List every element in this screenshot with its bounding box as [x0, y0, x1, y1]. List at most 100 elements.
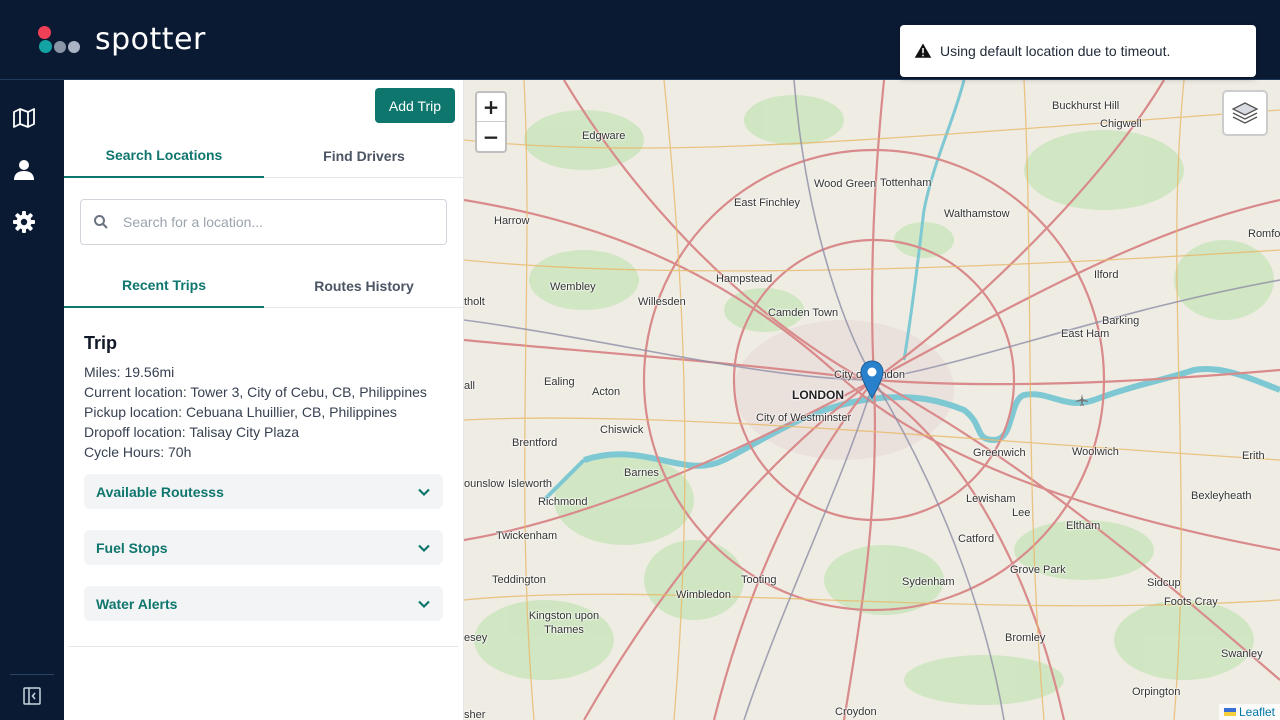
map-label: Wimbledon — [676, 589, 732, 601]
tab-routes-history[interactable]: Routes History — [264, 264, 464, 308]
map-label: esey — [464, 632, 488, 644]
search-icon — [94, 215, 108, 229]
map-label: Sidcup — [1147, 577, 1181, 589]
map-label: Wembley — [550, 281, 596, 293]
search-input[interactable] — [123, 214, 423, 230]
map-label: Tooting — [741, 574, 777, 586]
map-view[interactable]: Buckhurst Hill Chigwell Edgware Wood Gre… — [464, 80, 1280, 720]
map-label: Brentford — [512, 437, 558, 449]
location-search — [80, 199, 447, 245]
map-label: Catford — [958, 533, 995, 545]
map-label: sher — [464, 709, 486, 720]
trip-current-location: Current location: Tower 3, City of Cebu,… — [84, 384, 427, 400]
logo-dot-red — [38, 26, 51, 39]
logo-dot-lightgray — [68, 41, 80, 53]
map-label: tholt — [464, 296, 485, 308]
map-label: Kingston upon Thames — [528, 610, 600, 636]
map-label: Buckhurst Hill — [1052, 100, 1120, 112]
map-label: City of Westminster — [756, 412, 852, 424]
map-label: LONDON — [792, 388, 844, 402]
chevron-down-icon — [418, 600, 430, 608]
logo-dot-gray — [54, 41, 66, 53]
map-label: Ealing — [544, 376, 575, 388]
gear-icon[interactable] — [12, 210, 36, 234]
map-label: Tottenham — [880, 177, 932, 189]
map-label: Wood Green — [814, 178, 877, 190]
map-label: Willesden — [638, 296, 686, 308]
trip-title: Trip — [84, 333, 118, 353]
chevron-down-icon — [418, 544, 430, 552]
map-label: Barnes — [624, 467, 659, 479]
map-icon[interactable] — [12, 106, 36, 130]
map-label: Sydenham — [902, 576, 955, 588]
map-label: Camden Town — [768, 307, 839, 319]
trip-pickup-location: Pickup location: Cebuana Lhuillier, CB, … — [84, 404, 397, 420]
map-attribution[interactable]: Leaflet — [1218, 704, 1280, 720]
map-label: Hampstead — [716, 273, 773, 285]
map-label: East Finchley — [734, 197, 801, 209]
map-label: Chiswick — [600, 424, 644, 436]
map-label: Harrow — [494, 215, 530, 227]
collapse-sidebar-icon[interactable] — [22, 686, 42, 706]
add-trip-button[interactable]: Add Trip — [375, 88, 455, 123]
accordion-available-routes[interactable]: Available Routesss — [84, 474, 443, 509]
zoom-control: + − — [475, 91, 507, 153]
layers-icon — [1231, 102, 1259, 124]
map-label: Greenwich — [973, 447, 1026, 459]
warning-icon — [914, 43, 932, 58]
map-label: Ilford — [1094, 269, 1119, 281]
map-label: Croydon — [835, 706, 877, 718]
map-label: Swanley — [1221, 648, 1263, 660]
map-label: Isleworth — [508, 478, 553, 490]
map-label: Acton — [592, 386, 621, 398]
tab-find-drivers[interactable]: Find Drivers — [264, 134, 464, 178]
location-tabs: Search Locations Find Drivers — [64, 134, 464, 178]
layers-button[interactable] — [1222, 90, 1268, 136]
trip-miles: Miles: 19.56mi — [84, 364, 175, 380]
map-label: all — [464, 380, 476, 392]
map-label: Bexleyheath — [1191, 490, 1252, 502]
map-label: Orpington — [1132, 686, 1181, 698]
map-label: Lee — [1012, 507, 1031, 519]
map-label: Teddington — [492, 574, 546, 586]
trip-card: Trip Miles: 19.56mi Current location: To… — [84, 333, 444, 462]
attribution-link[interactable]: Leaflet — [1239, 705, 1275, 719]
map-label: Chigwell — [1100, 118, 1142, 130]
map-label: East Ham — [1061, 328, 1110, 340]
map-label: Grove Park — [1010, 564, 1066, 576]
map-label: ounslow — [464, 478, 505, 490]
trip-dropoff-location: Dropoff location: Talisay City Plaza — [84, 424, 300, 440]
user-icon[interactable] — [12, 158, 36, 182]
tab-search-locations[interactable]: Search Locations — [64, 134, 264, 178]
zoom-out-button[interactable]: − — [477, 122, 505, 151]
map-label: Foots Cray — [1164, 596, 1218, 608]
chevron-down-icon — [418, 488, 430, 496]
map-label: Romfor — [1248, 228, 1280, 240]
accordion-label: Water Alerts — [96, 595, 178, 612]
map-label: Eltham — [1066, 520, 1101, 532]
airport-icon — [1076, 394, 1088, 406]
map-label: Bromley — [1005, 632, 1046, 644]
map-label: Woolwich — [1072, 446, 1119, 458]
timeout-toast: Using default location due to timeout. — [900, 25, 1256, 77]
panel-divider — [68, 646, 458, 647]
zoom-in-button[interactable]: + — [477, 93, 505, 122]
tab-recent-trips[interactable]: Recent Trips — [64, 264, 264, 308]
accordion-label: Fuel Stops — [96, 539, 168, 556]
rail-divider — [10, 674, 54, 675]
map-label: Edgware — [582, 130, 626, 142]
logo-dot-teal — [39, 40, 52, 53]
side-panel: Add Trip Search Locations Find Drivers R… — [64, 80, 464, 720]
accordion-label: Available Routesss — [96, 483, 224, 500]
brand-logo[interactable] — [38, 26, 84, 56]
toast-message: Using default location due to timeout. — [940, 43, 1171, 59]
map-label: Lewisham — [966, 493, 1016, 505]
brand-name: spotter — [95, 22, 206, 57]
accordion-fuel-stops[interactable]: Fuel Stops — [84, 530, 443, 565]
location-marker-icon[interactable] — [860, 360, 884, 400]
left-rail — [0, 80, 64, 720]
map-label: Erith — [1242, 450, 1265, 462]
map-label: Walthamstow — [944, 208, 1010, 220]
trip-tabs: Recent Trips Routes History — [64, 264, 464, 308]
accordion-water-alerts[interactable]: Water Alerts — [84, 586, 443, 621]
